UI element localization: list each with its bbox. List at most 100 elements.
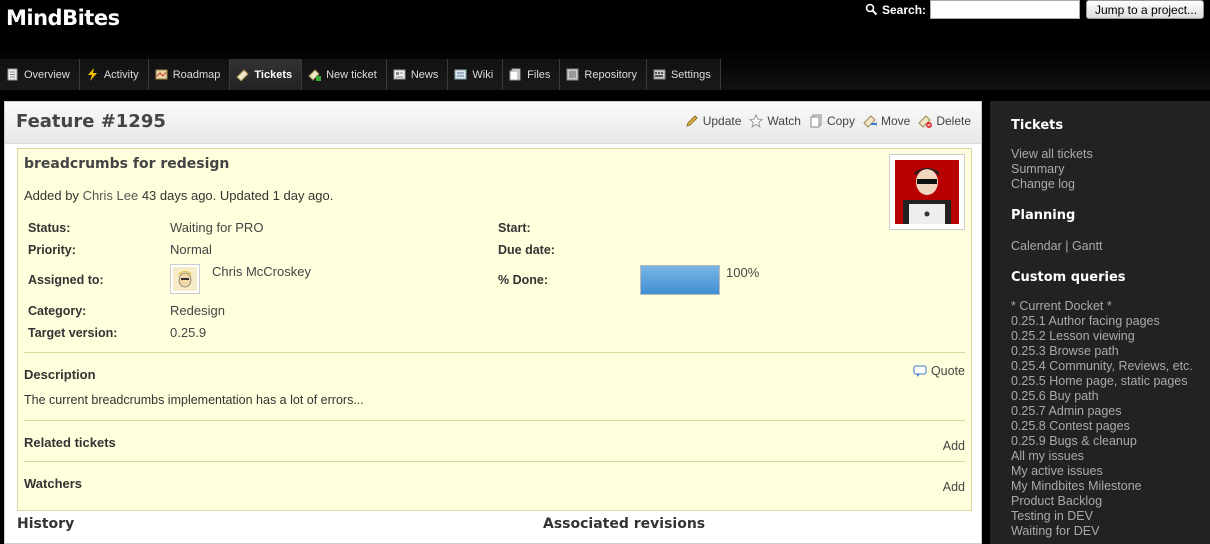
sidebar-query-item[interactable]: 0.25.6 Buy path bbox=[1011, 389, 1099, 404]
tab-label: New ticket bbox=[326, 68, 377, 81]
done-progress-bar bbox=[640, 265, 720, 295]
tab-tickets[interactable]: Tickets bbox=[230, 59, 303, 90]
tab-new-ticket[interactable]: New ticket bbox=[302, 59, 387, 90]
sidebar-query-item[interactable]: 0.25.9 Bugs & cleanup bbox=[1011, 434, 1137, 449]
delete-button[interactable]: Delete bbox=[918, 114, 971, 128]
tab-roadmap[interactable]: Roadmap bbox=[148, 59, 231, 90]
page-title: Feature #1295 bbox=[16, 111, 166, 132]
sidebar-query-item[interactable]: 0.25.2 Lesson viewing bbox=[1011, 329, 1135, 344]
tab-label: Activity bbox=[103, 68, 139, 81]
move-button[interactable]: Move bbox=[863, 114, 910, 128]
quote-button[interactable]: Quote bbox=[913, 364, 965, 378]
sidebar-link-change-log[interactable]: Change log bbox=[1011, 177, 1075, 192]
pencil-icon bbox=[685, 114, 699, 128]
sidebar-link-gantt[interactable]: Gantt bbox=[1072, 239, 1103, 253]
tab-files[interactable]: Files bbox=[503, 59, 561, 90]
associated-revisions-title: Associated revisions bbox=[543, 516, 706, 532]
new-ticket-icon bbox=[308, 68, 322, 81]
sidebar-planning-title: Planning bbox=[1011, 208, 1076, 223]
add-related-ticket-link[interactable]: Add bbox=[943, 439, 965, 453]
project-tabs: Overview Activity Roadmap Tickets New ti… bbox=[0, 59, 721, 90]
move-icon bbox=[863, 114, 877, 128]
sidebar-query-item[interactable]: Product Backlog bbox=[1011, 494, 1102, 509]
added-suffix: 43 days ago. Updated 1 day ago. bbox=[141, 188, 334, 203]
description-title: Description bbox=[24, 367, 96, 382]
sidebar-query-item[interactable]: 0.25.7 Admin pages bbox=[1011, 404, 1122, 419]
sidebar-query-item[interactable]: 0.25.4 Community, Reviews, etc. bbox=[1011, 359, 1193, 374]
tab-label: News bbox=[410, 68, 439, 81]
tab-label: Tickets bbox=[254, 68, 293, 81]
issue-details: breadcrumbs for redesign Added by Chris … bbox=[17, 148, 972, 511]
history-title: History bbox=[17, 516, 75, 532]
settings-icon bbox=[653, 68, 666, 81]
overview-icon bbox=[6, 68, 19, 81]
delete-icon bbox=[918, 114, 933, 128]
sidebar-planning-links: Calendar | Gantt bbox=[1011, 239, 1103, 254]
sidebar-query-item[interactable]: 0.25.8 Contest pages bbox=[1011, 419, 1130, 434]
sidebar-query-item[interactable]: My active issues bbox=[1011, 464, 1103, 479]
copy-label: Copy bbox=[826, 114, 855, 128]
news-icon bbox=[393, 68, 406, 81]
tab-news[interactable]: News bbox=[386, 59, 449, 90]
assigned-value[interactable]: Chris McCroskey bbox=[212, 264, 311, 279]
progress-fill bbox=[641, 266, 719, 294]
search-icon bbox=[865, 3, 878, 16]
sidebar-query-item[interactable]: 0.25.1 Author facing pages bbox=[1011, 314, 1160, 329]
files-icon bbox=[509, 68, 522, 81]
sidebar-link-view-all-tickets[interactable]: View all tickets bbox=[1011, 147, 1093, 162]
tab-label: Wiki bbox=[472, 68, 494, 81]
add-watcher-link[interactable]: Add bbox=[943, 480, 965, 494]
search-input[interactable] bbox=[930, 0, 1081, 19]
title-bar: Feature #1295 Update Watch Copy Move Del… bbox=[5, 102, 981, 144]
copy-icon bbox=[809, 114, 823, 128]
sidebar-link-summary[interactable]: Summary bbox=[1011, 162, 1064, 177]
priority-label: Priority: bbox=[28, 243, 76, 257]
sidebar-query-item[interactable]: 0.25.3 Browse path bbox=[1011, 344, 1119, 359]
priority-value: Normal bbox=[170, 242, 212, 257]
tab-label: Files bbox=[527, 68, 551, 81]
speech-bubble-icon bbox=[913, 364, 927, 378]
copy-button[interactable]: Copy bbox=[809, 114, 855, 128]
star-icon bbox=[749, 113, 764, 128]
app-logo[interactable]: MindBites bbox=[6, 6, 120, 30]
tab-label: Overview bbox=[24, 68, 70, 81]
separator bbox=[24, 420, 965, 421]
sidebar-custom-queries-title: Custom queries bbox=[1011, 270, 1126, 285]
sidebar-query-item[interactable]: Testing in DEV bbox=[1011, 509, 1093, 524]
description-text: The current breadcrumbs implementation h… bbox=[24, 393, 364, 407]
main-content: Feature #1295 Update Watch Copy Move Del… bbox=[4, 101, 982, 544]
watchers-title: Watchers bbox=[24, 476, 83, 491]
tab-overview[interactable]: Overview bbox=[0, 59, 80, 90]
wiki-icon bbox=[454, 68, 467, 81]
sidebar-query-item[interactable]: My Mindbites Milestone bbox=[1011, 479, 1142, 494]
sidebar-query-item[interactable]: * Current Docket * bbox=[1011, 299, 1112, 314]
top-header: MindBites Search: Jump to a project... O… bbox=[0, 0, 1210, 90]
sidebar-query-item[interactable]: All my issues bbox=[1011, 449, 1084, 464]
issue-subject: breadcrumbs for redesign bbox=[24, 156, 230, 172]
separator bbox=[24, 461, 965, 462]
watch-button[interactable]: Watch bbox=[749, 113, 801, 128]
added-by-prefix: Added by bbox=[24, 188, 79, 203]
author-link[interactable]: Chris Lee bbox=[83, 188, 139, 203]
tab-settings[interactable]: Settings bbox=[646, 59, 721, 90]
search-box: Search: bbox=[865, 0, 1081, 19]
activity-icon bbox=[86, 68, 99, 81]
sidebar-query-item[interactable]: 0.25.5 Home page, static pages bbox=[1011, 374, 1188, 389]
sidebar-query-item[interactable]: Waiting for DEV bbox=[1011, 524, 1099, 539]
target-version-label: Target version: bbox=[28, 326, 118, 340]
sidebar: Tickets View all tickets Summary Change … bbox=[990, 101, 1210, 544]
delete-label: Delete bbox=[936, 114, 971, 128]
tickets-icon bbox=[236, 68, 250, 82]
assigned-label: Assigned to: bbox=[28, 273, 104, 287]
tab-activity[interactable]: Activity bbox=[79, 59, 149, 90]
tab-wiki[interactable]: Wiki bbox=[448, 59, 504, 90]
assignee-avatar bbox=[170, 264, 200, 294]
tab-repository[interactable]: Repository bbox=[560, 59, 647, 90]
author-avatar bbox=[889, 154, 965, 230]
jump-to-project-select[interactable]: Jump to a project... bbox=[1086, 0, 1204, 19]
update-button[interactable]: Update bbox=[685, 114, 741, 128]
target-version-value[interactable]: 0.25.9 bbox=[170, 325, 206, 340]
sidebar-link-calendar[interactable]: Calendar bbox=[1011, 239, 1062, 253]
tab-label: Repository bbox=[584, 68, 637, 81]
status-value: Waiting for PRO bbox=[170, 220, 264, 235]
